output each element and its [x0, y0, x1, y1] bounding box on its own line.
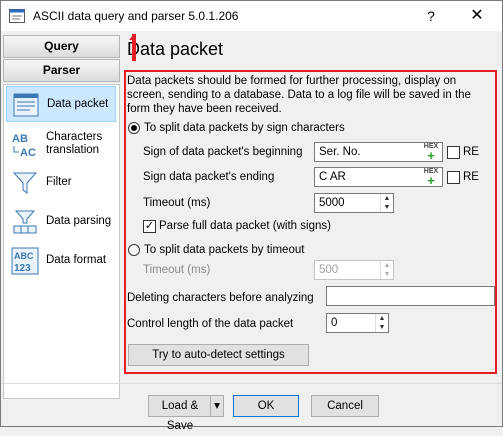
split-by-sign-radio[interactable] — [128, 122, 140, 134]
spin-down-icon[interactable]: ▼ — [375, 323, 388, 332]
timeout-label: Timeout (ms) — [143, 197, 211, 209]
svg-text:AB: AB — [12, 133, 28, 145]
nav-item-label: Characters translation — [46, 131, 103, 156]
timeout2-label: Timeout (ms) — [143, 264, 211, 276]
nav-item-data-packet[interactable]: Data packet — [6, 86, 116, 122]
spin-up-icon[interactable]: ▲ — [380, 194, 393, 203]
main-window: ASCII data query and parser 5.0.1.206 ? … — [0, 0, 503, 432]
control-length-label: Control length of the data packet — [127, 318, 294, 330]
spin-up-icon[interactable]: ▲ — [380, 261, 393, 270]
control-length-value: 0 — [331, 317, 338, 329]
nav-item-label: Filter — [46, 176, 72, 188]
window-title: ASCII data query and parser 5.0.1.206 — [33, 9, 239, 23]
begin-sign-value: Ser. No. — [319, 146, 361, 158]
delete-chars-label: Deleting characters before analyzing — [127, 292, 314, 304]
end-sign-label: Sign data packet's ending — [143, 171, 275, 183]
app-icon — [9, 9, 25, 23]
callout-marker-head — [129, 34, 136, 40]
load-save-dropdown[interactable]: ▾ — [210, 395, 224, 417]
hex-begin-button[interactable]: HEX + — [421, 143, 441, 163]
spin-down-icon[interactable]: ▼ — [380, 270, 393, 279]
characters-translation-icon: AB AC — [12, 133, 36, 158]
hex-end-button[interactable]: HEX + — [421, 168, 441, 188]
svg-text:AC: AC — [20, 147, 36, 158]
timeout-value: 5000 — [319, 197, 345, 209]
begin-sign-label: Sign of data packet's beginning — [143, 146, 303, 158]
spin-down-icon[interactable]: ▼ — [380, 203, 393, 212]
nav-item-filter[interactable]: Filter — [6, 165, 116, 201]
nav-item-data-format[interactable]: ABC 123 Data format — [6, 243, 116, 279]
re-end-checkbox[interactable] — [447, 171, 460, 184]
timeout2-spinner[interactable]: ▲ ▼ — [380, 261, 393, 279]
svg-text:123: 123 — [14, 263, 31, 274]
nav-panel: Data packet AB AC Characters translation… — [3, 84, 120, 399]
nav-item-label: Data parsing — [46, 215, 112, 227]
split-by-sign-label: To split data packets by sign characters — [144, 122, 345, 134]
ok-button[interactable]: OK — [233, 395, 299, 417]
re-end-label: RE — [463, 171, 479, 183]
plus-icon: + — [427, 173, 435, 188]
nav-item-label: Data packet — [47, 98, 109, 110]
parse-full-label: Parse full data packet (with signs) — [159, 220, 331, 232]
data-parsing-icon — [13, 210, 37, 234]
parse-full-checkbox[interactable]: ✓ — [143, 220, 156, 233]
nav-item-characters-translation[interactable]: AB AC Characters translation — [6, 126, 116, 162]
title-bar: ASCII data query and parser 5.0.1.206 ? … — [1, 1, 502, 31]
end-sign-value: C AR — [319, 171, 346, 183]
close-button[interactable]: ✕ — [464, 6, 490, 26]
timeout-spinner[interactable]: ▲ ▼ — [380, 194, 393, 212]
cancel-button[interactable]: Cancel — [311, 395, 379, 417]
split-by-timeout-radio[interactable] — [128, 244, 140, 256]
auto-detect-button[interactable]: Try to auto-detect settings — [128, 344, 309, 366]
help-button[interactable]: ? — [419, 6, 443, 26]
nav-item-data-parsing[interactable]: Data parsing — [6, 204, 116, 240]
footer-divider — [1, 383, 502, 384]
nav-query-header[interactable]: Query — [3, 35, 120, 58]
control-length-spinner[interactable]: ▲ ▼ — [375, 314, 388, 332]
re-begin-checkbox[interactable] — [447, 146, 460, 159]
data-packet-icon — [13, 93, 39, 117]
delete-chars-field[interactable] — [326, 286, 495, 306]
spin-up-icon[interactable]: ▲ — [375, 314, 388, 323]
data-format-icon: ABC 123 — [11, 247, 39, 275]
svg-text:ABC: ABC — [14, 251, 34, 261]
nav-item-label: Data format — [46, 254, 107, 266]
re-begin-label: RE — [463, 146, 479, 158]
filter-icon — [12, 172, 38, 194]
nav-parser-header[interactable]: Parser — [3, 59, 120, 82]
timeout2-value: 500 — [319, 264, 339, 276]
load-save-button[interactable]: Load & Save — [148, 395, 212, 432]
split-by-timeout-label: To split data packets by timeout — [144, 244, 305, 256]
page-title: Data packet — [127, 39, 224, 59]
plus-icon: + — [427, 148, 435, 163]
page-description: Data packets should be formed for furthe… — [127, 75, 471, 115]
